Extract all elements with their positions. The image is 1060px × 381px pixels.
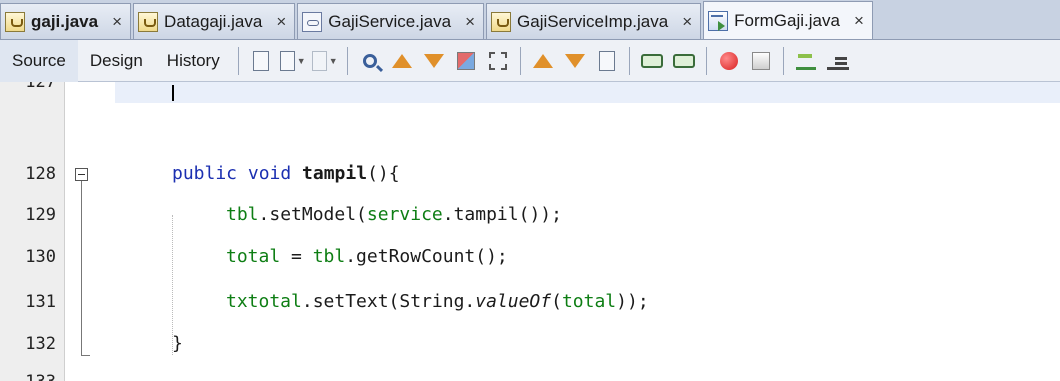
find-selection-icon[interactable] — [357, 48, 383, 74]
java-class-icon — [5, 11, 25, 32]
java-form-icon — [708, 10, 729, 31]
tab-gajiserviceimp-java[interactable]: GajiServiceImp.java × — [486, 3, 702, 39]
toolbar-separator — [237, 46, 239, 75]
line-number: 131 — [25, 292, 56, 312]
toolbar-separator — [628, 46, 630, 75]
text-cursor — [172, 85, 174, 101]
close-icon[interactable]: × — [276, 12, 286, 32]
tab-label: gaji.java — [31, 11, 99, 31]
stop-macro-icon[interactable] — [748, 48, 774, 74]
line-number: 130 — [25, 247, 56, 267]
tab-label: GajiService.java — [328, 11, 452, 31]
history-view-button[interactable]: History — [155, 40, 232, 82]
toggle-highlight-icon[interactable] — [453, 48, 479, 74]
code-line-128: public void tampil(){ — [172, 163, 400, 184]
tab-label: FormGaji.java — [734, 10, 840, 30]
collapse-fold-icon[interactable] — [75, 168, 88, 181]
design-view-button[interactable]: Design — [78, 40, 155, 82]
tab-label: Datagaji.java — [164, 11, 263, 31]
editor-toolbar: Source Design History ▼ ▼ — [0, 39, 1060, 82]
previous-bookmark-icon[interactable] — [530, 48, 556, 74]
line-number: 133 — [0, 372, 56, 381]
line-number: 129 — [25, 205, 56, 225]
current-line-highlight — [115, 82, 1060, 103]
code-line-130: total = tbl.getRowCount(); — [226, 246, 508, 267]
toolbar-separator — [705, 46, 707, 75]
find-previous-icon[interactable] — [389, 48, 415, 74]
shift-right-icon[interactable] — [671, 48, 697, 74]
toggle-rectangular-selection-icon[interactable] — [485, 48, 511, 74]
toggle-bookmark-icon[interactable] — [594, 48, 620, 74]
toolbar-separator — [519, 46, 521, 75]
toolbar-separator — [782, 46, 784, 75]
next-bookmark-icon[interactable] — [562, 48, 588, 74]
last-edit-icon[interactable] — [248, 48, 274, 74]
code-line-132: } — [172, 333, 183, 354]
tab-gajiservice-java[interactable]: GajiService.java × — [297, 3, 485, 39]
fold-end-marker — [81, 355, 90, 356]
java-class-icon — [138, 11, 159, 32]
start-macro-icon[interactable] — [716, 48, 742, 74]
line-number: 132 — [25, 334, 56, 354]
forward-icon[interactable]: ▼ — [311, 48, 338, 74]
close-icon[interactable]: × — [682, 12, 692, 32]
close-icon[interactable]: × — [112, 12, 122, 32]
line-number: 128 — [25, 164, 56, 184]
back-icon[interactable]: ▼ — [279, 48, 306, 74]
java-interface-icon — [302, 11, 323, 32]
java-class-icon — [491, 11, 512, 32]
code-line-129: tbl.setModel(service.tampil()); — [226, 204, 562, 225]
code-editor[interactable]: 127 128 129 130 131 132 133 public void … — [0, 82, 1060, 381]
code-line-131: txtotal.setText(String.valueOf(total)); — [226, 291, 649, 312]
source-view-button[interactable]: Source — [0, 39, 78, 82]
tab-gaji-java[interactable]: gaji.java × — [0, 3, 132, 39]
toolbar-separator — [346, 46, 348, 75]
tab-label: GajiServiceImp.java — [517, 11, 669, 31]
close-icon[interactable]: × — [854, 11, 864, 31]
uncomment-icon[interactable] — [825, 48, 851, 74]
tab-formgaji-java[interactable]: FormGaji.java × — [703, 1, 873, 39]
fold-guide-line — [81, 181, 82, 355]
comment-icon[interactable] — [793, 48, 819, 74]
close-icon[interactable]: × — [465, 12, 475, 32]
line-number: 127 — [25, 82, 56, 92]
shift-left-icon[interactable] — [639, 48, 665, 74]
editor-tab-bar: gaji.java × Datagaji.java × GajiService.… — [0, 0, 1060, 40]
find-next-icon[interactable] — [421, 48, 447, 74]
tab-datagaji-java[interactable]: Datagaji.java × — [133, 3, 296, 39]
fold-margin — [65, 82, 115, 381]
